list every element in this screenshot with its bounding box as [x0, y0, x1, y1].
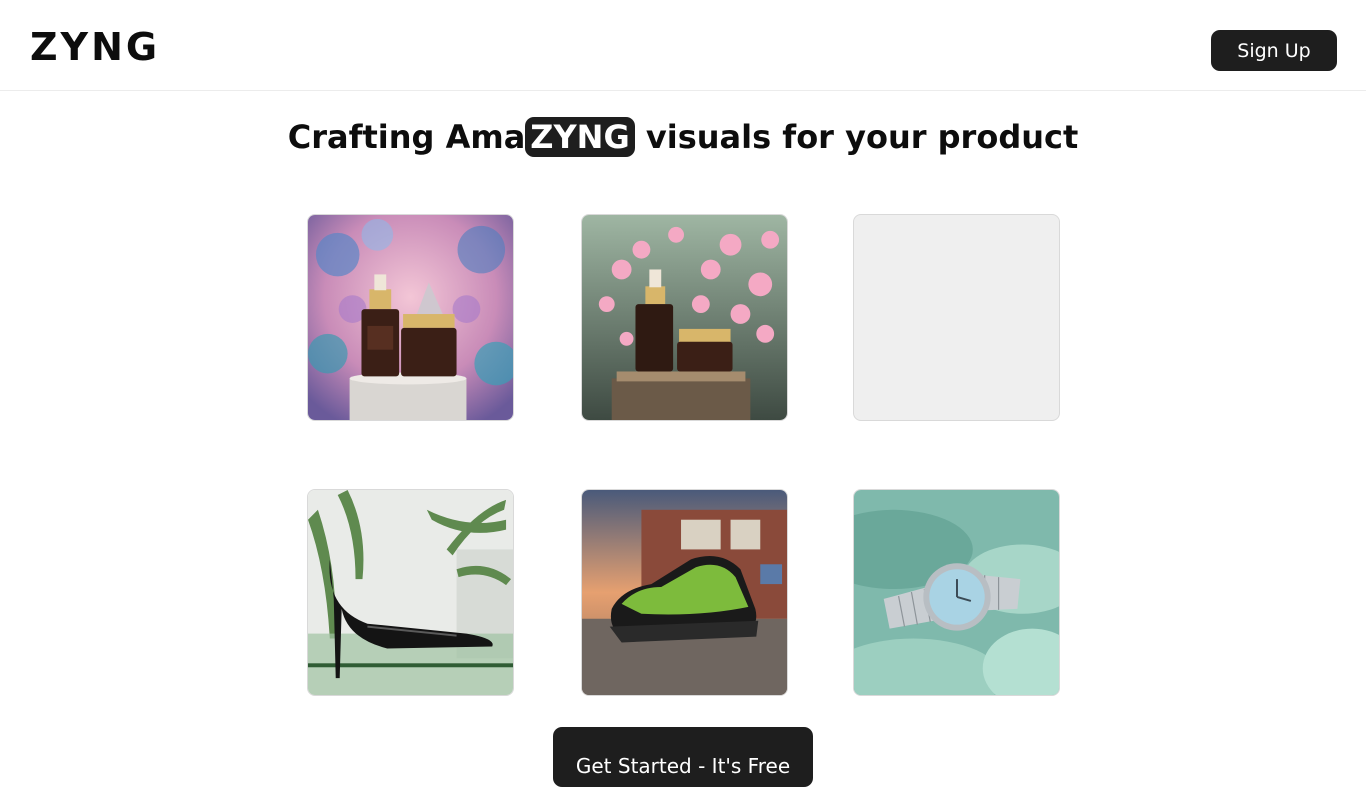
gallery-image-placeholder — [853, 214, 1060, 421]
sign-up-button[interactable]: Sign Up — [1211, 30, 1337, 71]
gallery-image-sneaker[interactable] — [581, 489, 788, 696]
gallery-image-skincare-blossoms[interactable] — [581, 214, 788, 421]
get-started-button[interactable]: Get Started - It's Free — [553, 727, 813, 787]
hero-title-after: visuals for your product — [634, 118, 1079, 156]
hero-title: Crafting Ama ZYNG visuals for your produc… — [0, 115, 1366, 159]
watch-image — [854, 490, 1059, 695]
hero-title-highlight: ZYNG — [525, 117, 635, 157]
hero-title-before: Crafting Ama — [287, 118, 526, 156]
high-heel-image — [308, 490, 513, 695]
sneaker-image — [582, 490, 787, 695]
gallery-image-watch[interactable] — [853, 489, 1060, 696]
skincare-crystals-image — [308, 215, 513, 420]
zyng-logo[interactable]: ZYNG — [30, 27, 160, 67]
skincare-blossoms-image — [582, 215, 787, 420]
top-header: ZYNG Sign Up — [0, 0, 1366, 91]
gallery-image-high-heel[interactable] — [307, 489, 514, 696]
gallery-image-skincare-crystals[interactable] — [307, 214, 514, 421]
